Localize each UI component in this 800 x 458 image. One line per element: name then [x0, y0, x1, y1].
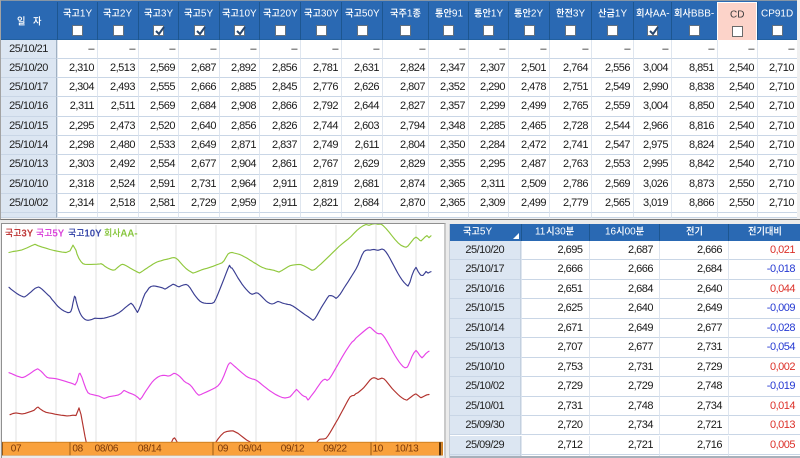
svg-text:1: 1 [407, 8, 413, 19]
svg-text:10Y: 10Y [84, 228, 102, 239]
svg-text:3Y: 3Y [161, 8, 174, 19]
svg-text:5Y: 5Y [201, 8, 214, 19]
svg-text:91: 91 [451, 8, 463, 19]
svg-text:AA-: AA- [653, 8, 670, 19]
svg-text:09: 09 [218, 443, 229, 454]
svg-text:10Y: 10Y [239, 8, 257, 19]
svg-text:BBB-: BBB- [691, 8, 714, 19]
svg-text:16: 16 [605, 227, 617, 238]
svg-text:08: 08 [72, 443, 83, 454]
svg-text:30Y: 30Y [321, 8, 339, 19]
svg-text:1Y: 1Y [615, 8, 628, 19]
svg-text:1Y: 1Y [80, 8, 93, 19]
svg-text:2Y: 2Y [120, 8, 133, 19]
svg-text:09/12: 09/12 [281, 443, 305, 454]
svg-text:08/06: 08/06 [95, 443, 119, 454]
svg-text:CD: CD [730, 9, 744, 20]
svg-text:08/14: 08/14 [138, 443, 162, 454]
svg-text:20Y: 20Y [280, 8, 298, 19]
svg-text:07: 07 [11, 443, 22, 454]
svg-text:11: 11 [535, 227, 546, 238]
svg-text:10/13: 10/13 [395, 443, 419, 454]
svg-text:50Y: 50Y [362, 8, 380, 19]
svg-text:2Y: 2Y [531, 8, 544, 19]
svg-text:AA-: AA- [121, 228, 138, 239]
svg-text:1Y: 1Y [491, 8, 504, 19]
svg-text:09/04: 09/04 [238, 443, 262, 454]
svg-text:10: 10 [373, 443, 384, 454]
svg-text:09/22: 09/22 [323, 443, 347, 454]
svg-text:5Y: 5Y [480, 227, 493, 238]
svg-text:00: 00 [624, 227, 636, 238]
svg-text:3Y: 3Y [21, 228, 33, 239]
svg-text:30: 30 [555, 227, 567, 238]
svg-text:3Y: 3Y [573, 8, 586, 19]
svg-text:5Y: 5Y [53, 228, 65, 239]
svg-text:CP91D: CP91D [761, 8, 793, 19]
